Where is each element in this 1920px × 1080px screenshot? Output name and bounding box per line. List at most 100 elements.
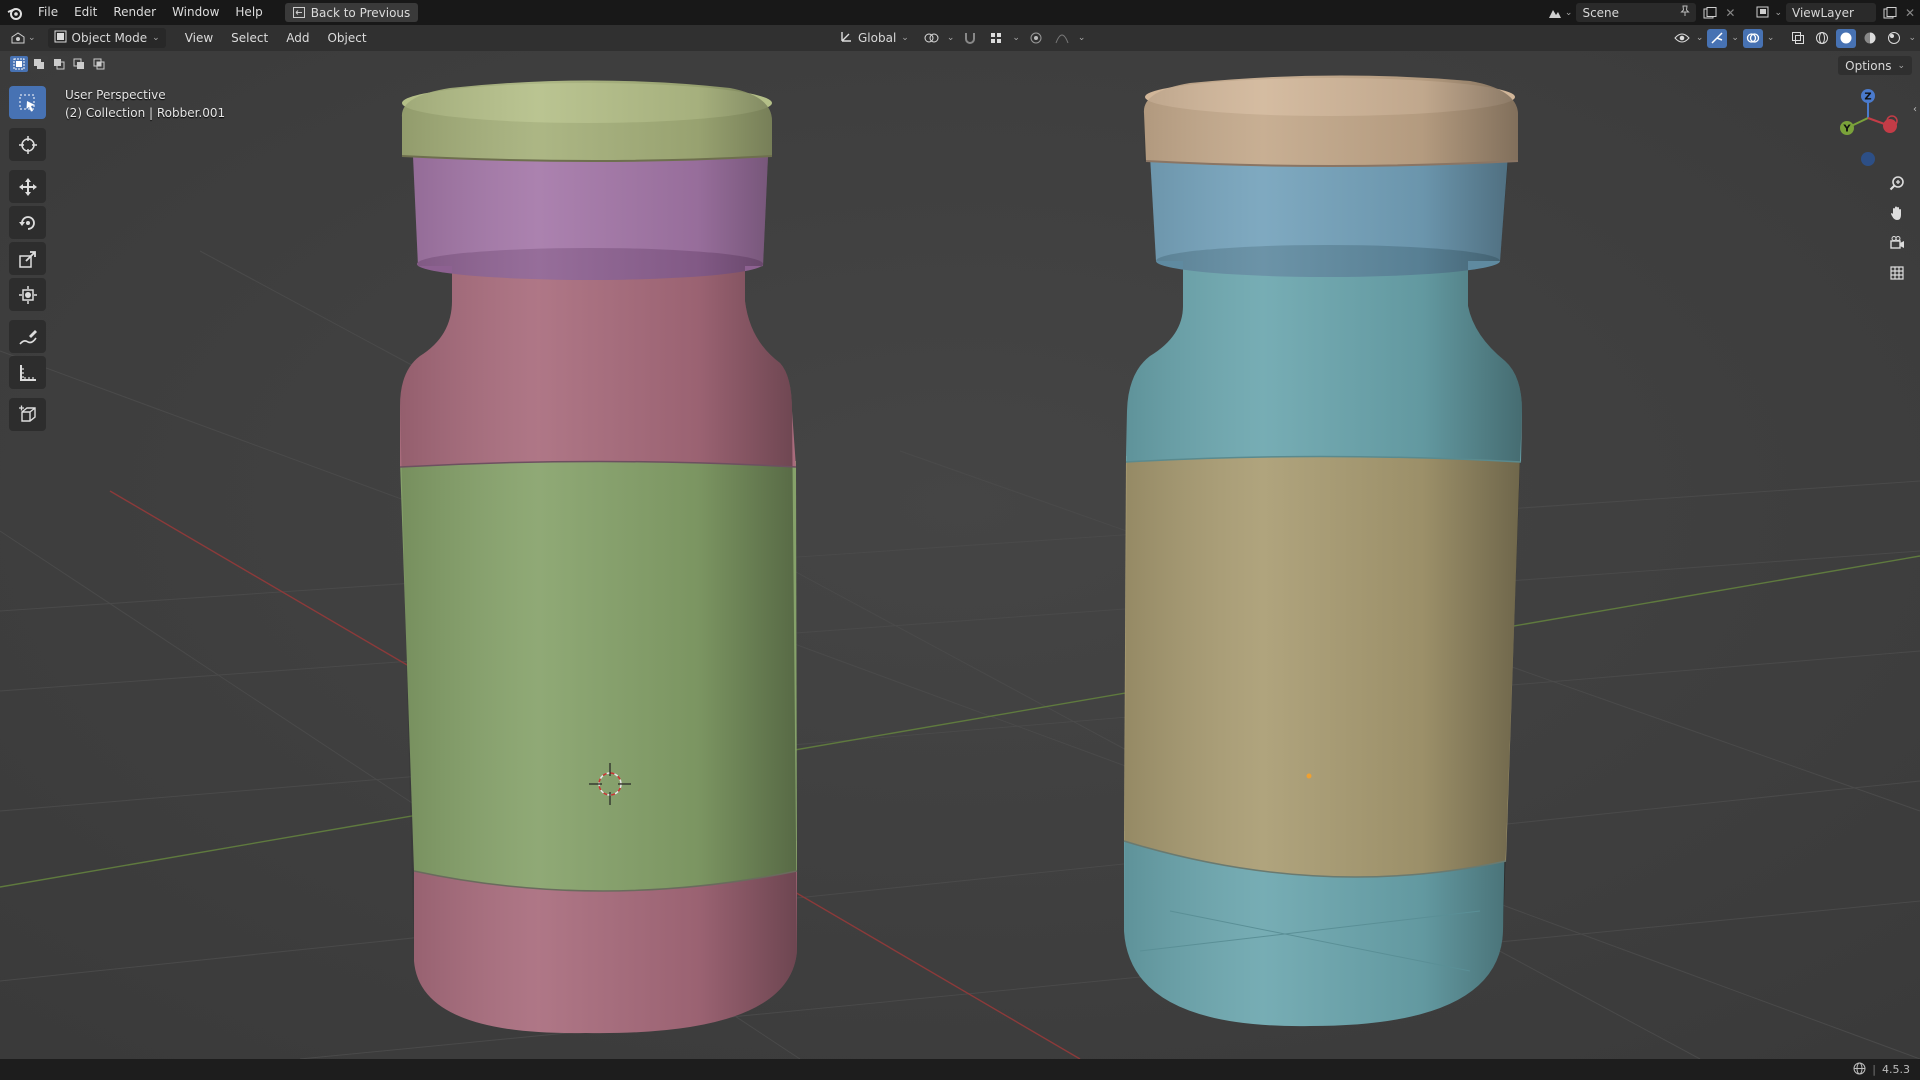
transform-icon xyxy=(18,285,37,304)
menu-window[interactable]: Window xyxy=(164,0,227,25)
mode-selector[interactable]: Object Mode ⌄ xyxy=(47,28,166,48)
scene-type-icon[interactable] xyxy=(1545,3,1565,22)
viewport-header: ⌄ Object Mode ⌄ View Select Add Object G… xyxy=(0,25,1920,51)
view-layer-selector[interactable]: ViewLayer xyxy=(1786,3,1876,22)
options-label: Options xyxy=(1845,58,1892,73)
chevron-down-icon: ⌄ xyxy=(1077,33,1086,43)
back-to-previous-label: Back to Previous xyxy=(310,5,411,20)
cursor-icon xyxy=(18,135,37,154)
new-scene-icon[interactable] xyxy=(1700,3,1720,22)
zoom-icon[interactable] xyxy=(1884,170,1910,196)
collection-label: (2) Collection | Robber.001 xyxy=(65,106,226,120)
wireframe-shading-icon[interactable] xyxy=(1812,29,1832,48)
material-shading-icon[interactable] xyxy=(1860,29,1880,48)
overlays-toggle-icon[interactable] xyxy=(1742,28,1763,48)
object-mode-icon xyxy=(54,30,67,46)
pin-icon[interactable] xyxy=(1680,5,1691,20)
measure-tool[interactable] xyxy=(9,356,46,389)
solid-shading-icon[interactable] xyxy=(1836,28,1857,48)
chevron-down-icon: ⌄ xyxy=(946,33,955,43)
menu-select[interactable]: Select xyxy=(222,25,277,51)
select-intersect-icon[interactable] xyxy=(90,56,108,72)
scene-name: Scene xyxy=(1582,5,1620,20)
delete-scene-icon[interactable]: ✕ xyxy=(1720,3,1740,22)
proportional-editing-icon[interactable] xyxy=(1026,29,1046,48)
menu-view[interactable]: View xyxy=(176,25,222,51)
selection-mode-buttons xyxy=(10,56,108,72)
menu-object[interactable]: Object xyxy=(318,25,375,51)
delete-view-layer-icon[interactable]: ✕ xyxy=(1900,3,1920,22)
select-subtract-icon[interactable] xyxy=(50,56,68,72)
menu-render[interactable]: Render xyxy=(105,0,164,25)
camera-view-icon[interactable] xyxy=(1884,230,1910,256)
left-bottle[interactable] xyxy=(399,80,798,1034)
network-icon xyxy=(1853,1062,1866,1078)
mode-label: Object Mode xyxy=(71,31,148,45)
move-icon xyxy=(18,177,37,196)
chevron-down-icon: ⌄ xyxy=(1012,33,1020,43)
falloff-icon[interactable] xyxy=(1052,29,1072,48)
chevron-down-icon: ⌄ xyxy=(1731,33,1739,43)
gizmo-toggle-icon[interactable] xyxy=(1707,28,1728,48)
viewport-display-controls: ⌄ ⌄ ⌄ ⌄ xyxy=(1672,28,1916,48)
object-origin-point xyxy=(1306,773,1312,779)
gizmo-y-label: Y xyxy=(1842,124,1851,135)
top-menu-bar: File Edit Render Window Help Back to Pre… xyxy=(0,0,1920,25)
rotate-tool[interactable] xyxy=(9,206,46,239)
move-tool[interactable] xyxy=(9,170,46,203)
tool-shelf xyxy=(9,86,46,434)
orientation-icon xyxy=(840,30,853,46)
menu-help[interactable]: Help xyxy=(227,0,270,25)
transform-tool[interactable] xyxy=(9,278,46,311)
navigation-buttons xyxy=(1884,170,1910,290)
workspace-controls: ⌄ Scene ✕ ⌄ ViewLayer ✕ xyxy=(1545,0,1920,25)
pan-hand-icon[interactable] xyxy=(1884,200,1910,226)
menu-edit[interactable]: Edit xyxy=(66,0,105,25)
snap-target-icon[interactable] xyxy=(986,29,1006,48)
orthographic-toggle-icon[interactable] xyxy=(1884,260,1910,286)
select-new-icon[interactable] xyxy=(10,56,28,72)
cursor-tool[interactable] xyxy=(9,128,46,161)
visibility-icon[interactable] xyxy=(1672,29,1692,48)
snap-toggle-icon[interactable] xyxy=(960,29,980,48)
scale-tool[interactable] xyxy=(9,242,46,275)
menu-add[interactable]: Add xyxy=(277,25,318,51)
back-to-previous-button[interactable]: Back to Previous xyxy=(284,3,419,22)
select-box-icon xyxy=(19,94,35,111)
pivot-point-icon[interactable] xyxy=(921,29,941,48)
blender-window: File Edit Render Window Help Back to Pre… xyxy=(0,0,1920,1080)
rendered-shading-icon[interactable] xyxy=(1884,29,1904,48)
navigation-gizmo[interactable]: Z Y xyxy=(1830,86,1910,172)
chevron-down-icon: ⌄ xyxy=(1897,60,1905,71)
select-box-tool[interactable] xyxy=(9,86,46,119)
scale-icon xyxy=(18,250,36,268)
xray-toggle-icon[interactable] xyxy=(1788,29,1808,48)
blender-logo-icon[interactable] xyxy=(0,0,30,25)
view-layer-icon[interactable] xyxy=(1754,3,1774,22)
add-cube-tool[interactable] xyxy=(9,398,46,431)
chevron-down-icon: ⌄ xyxy=(28,33,36,43)
editor-type-icon[interactable] xyxy=(8,29,28,48)
annotate-icon xyxy=(18,329,37,345)
annotate-tool[interactable] xyxy=(9,320,46,353)
back-icon xyxy=(292,7,305,18)
transform-controls: Global ⌄ ⌄ ⌄ ⌄ xyxy=(834,28,1085,48)
status-bar: | 4.5.3 xyxy=(0,1059,1920,1080)
options-dropdown[interactable]: Options ⌄ xyxy=(1838,56,1912,75)
right-bottle[interactable] xyxy=(1123,75,1522,1027)
version-label: 4.5.3 xyxy=(1882,1063,1910,1076)
chevron-down-icon: ⌄ xyxy=(1564,7,1573,18)
measure-icon xyxy=(19,364,36,381)
chevron-down-icon: ⌄ xyxy=(1766,33,1775,43)
scene-selector[interactable]: Scene xyxy=(1576,3,1697,22)
sidebar-toggle-icon[interactable]: ‹ xyxy=(1913,104,1917,115)
orientation-label: Global xyxy=(858,31,897,45)
chevron-down-icon: ⌄ xyxy=(1695,33,1704,43)
3d-viewport[interactable] xyxy=(0,51,1920,1059)
new-view-layer-icon[interactable] xyxy=(1880,3,1900,22)
gizmo-neg-z-axis[interactable] xyxy=(1861,152,1875,166)
menu-file[interactable]: File xyxy=(30,0,66,25)
select-extend-icon[interactable] xyxy=(30,56,48,72)
select-invert-icon[interactable] xyxy=(70,56,88,72)
transform-orientation-selector[interactable]: Global ⌄ xyxy=(834,28,915,48)
